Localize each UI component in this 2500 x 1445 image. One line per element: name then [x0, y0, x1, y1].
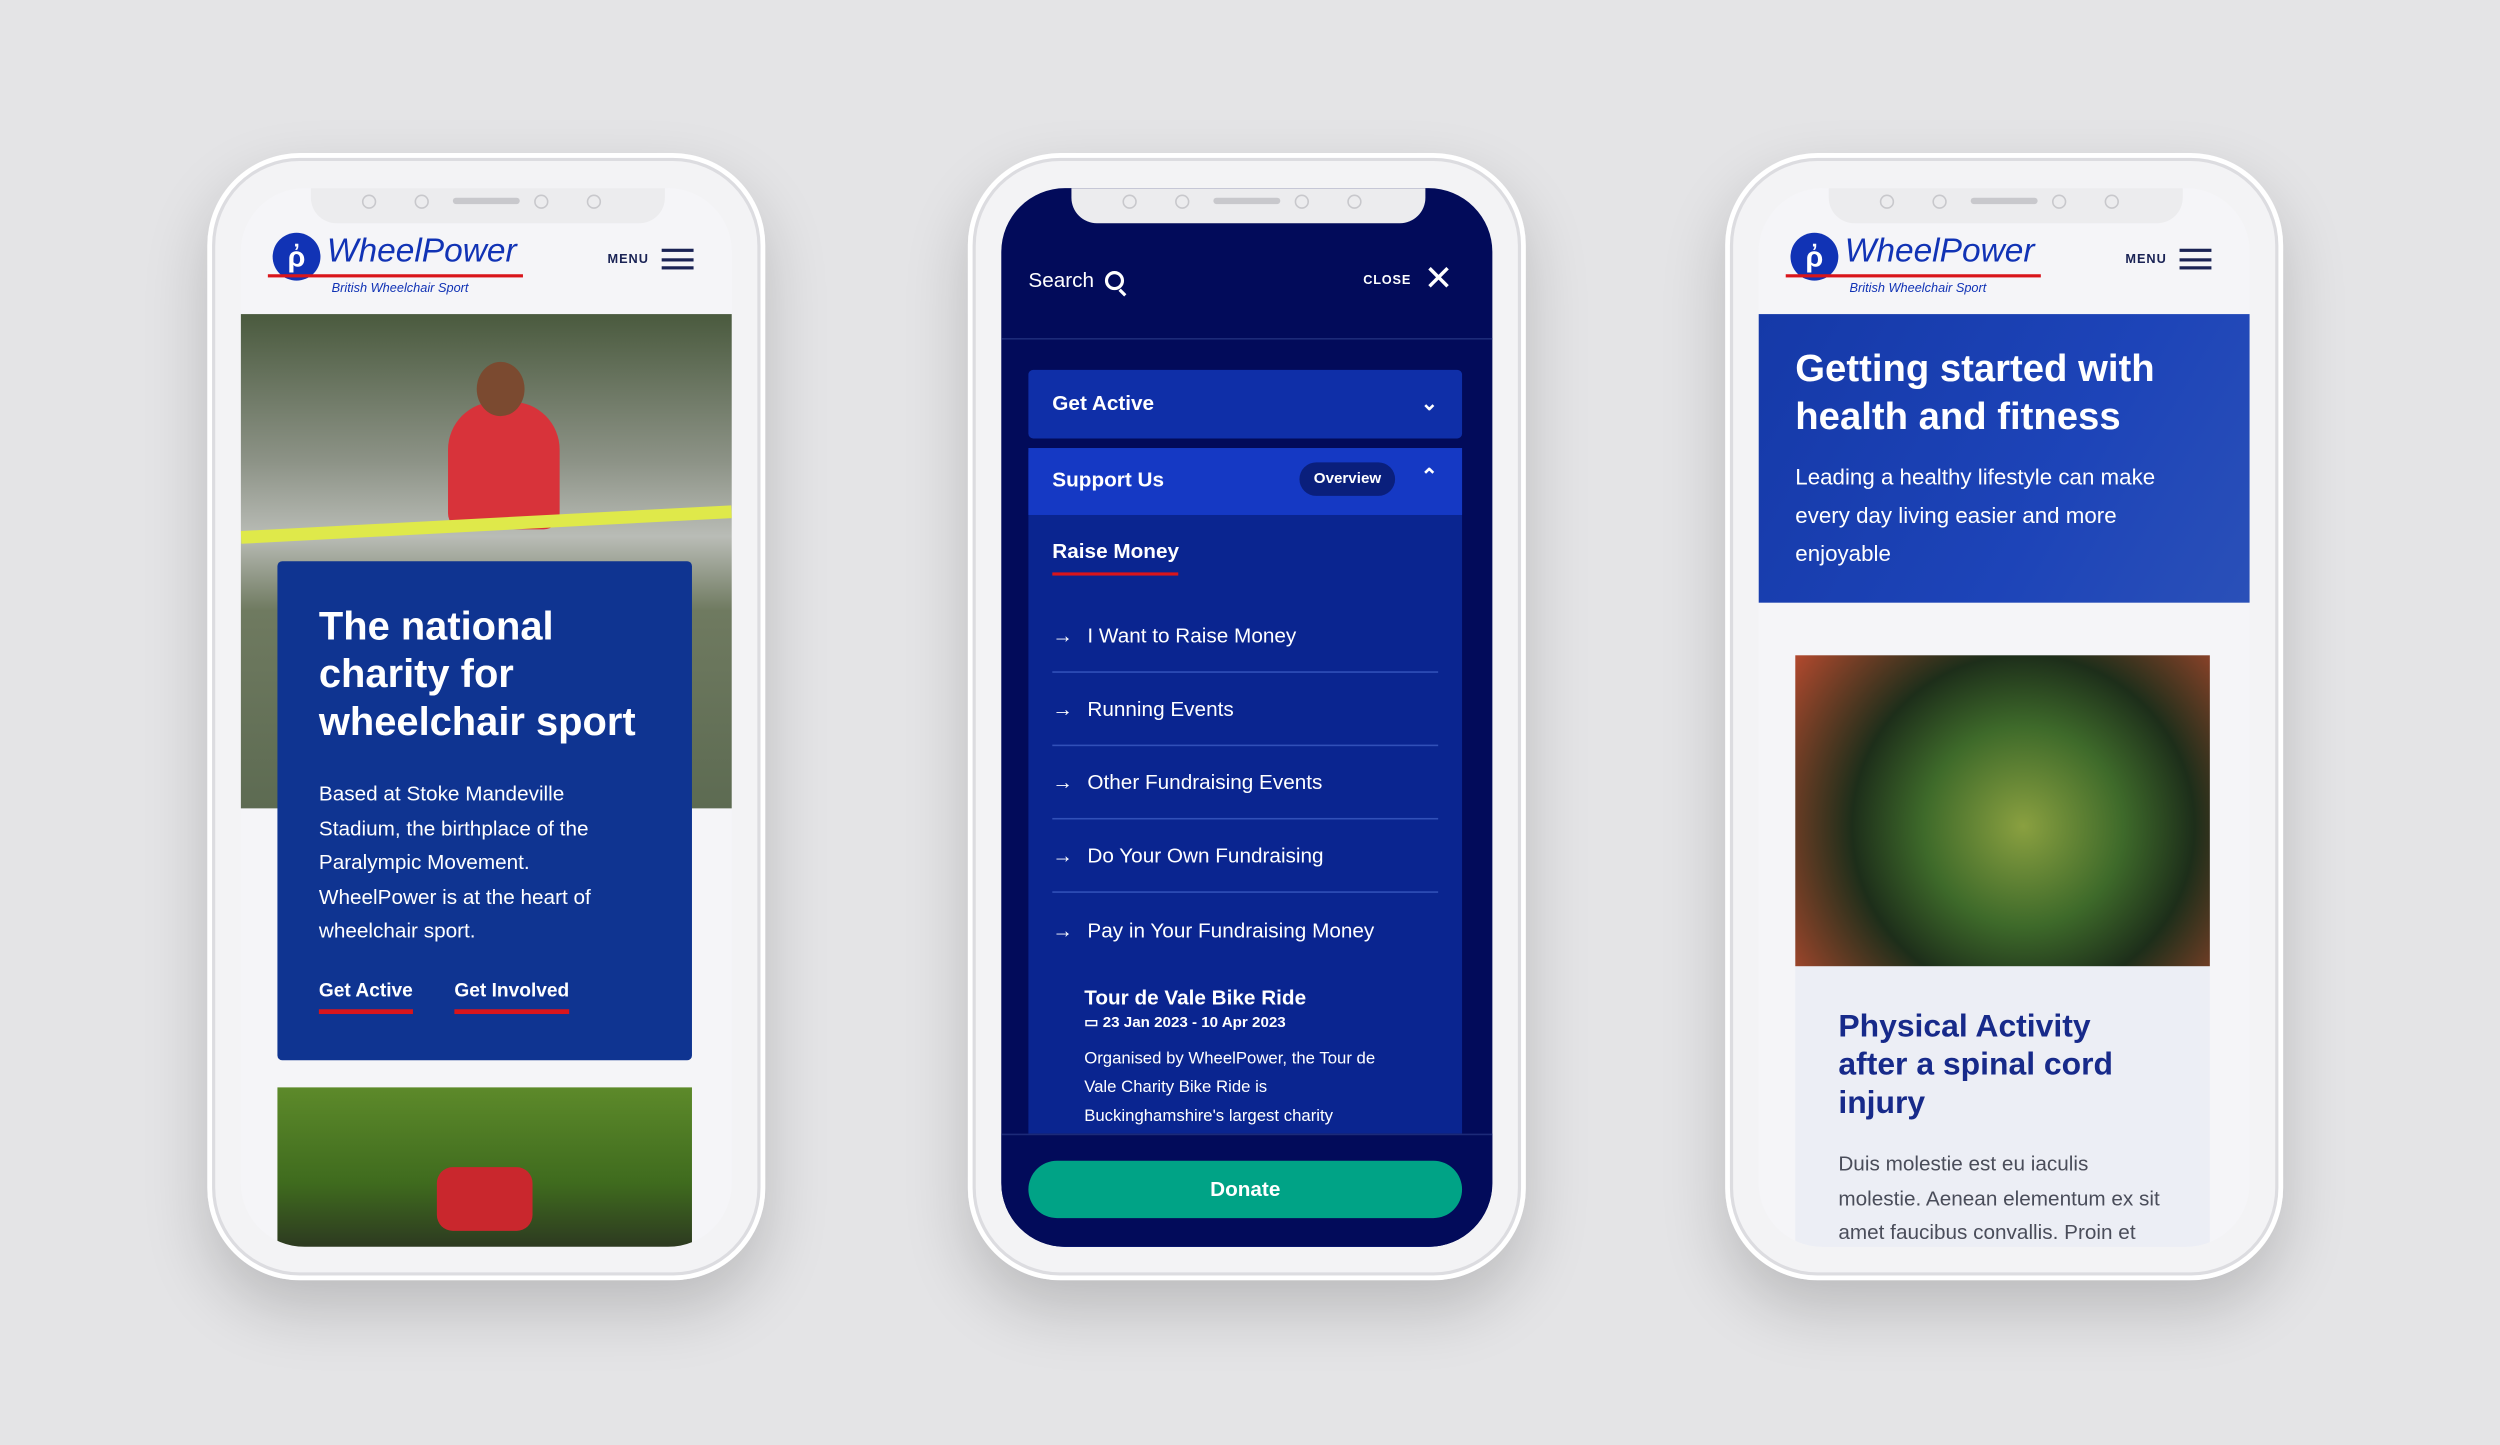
cycling-image: [277, 1087, 692, 1247]
divider: [1001, 338, 1493, 340]
card-title: Physical Activity after a spinal cord in…: [1838, 1009, 2114, 1121]
wheelchair-image: [1795, 655, 2210, 967]
donate-button[interactable]: Donate: [1028, 1160, 1463, 1219]
hero-title: The national charity for wheelchair spor…: [318, 604, 636, 745]
wheelpower-logo[interactable]: ῤ WheelPower British Wheelchair Sport: [1785, 230, 2046, 297]
get-involved-link[interactable]: Get Involved: [454, 979, 570, 1015]
submenu-item[interactable]: → Running Events: [1052, 673, 1439, 747]
chevron-up-icon[interactable]: ⌃: [1421, 464, 1438, 490]
submenu-item[interactable]: → Pay in Your Fundraising Money: [1052, 893, 1438, 966]
notch: [310, 188, 665, 224]
hamburger-icon: [661, 248, 694, 270]
overview-button[interactable]: Overview: [1299, 462, 1396, 496]
page-banner: Getting started with health and fitness …: [1758, 314, 2250, 603]
subheading-raise-money: Raise Money: [1052, 539, 1180, 576]
notch: [1828, 188, 2183, 224]
wheelpower-logo[interactable]: ῤ WheelPower British Wheelchair Sport: [267, 230, 528, 297]
event-description: Organised by WheelPower, the Tour de Val…: [1084, 1049, 1376, 1126]
home-screen: ῤ WheelPower British Wheelchair Sport MENU…: [240, 188, 732, 1247]
banner-subtitle: Leading a healthy lifestyle can make eve…: [1795, 463, 2156, 567]
arrow-right-icon: →: [1052, 696, 1074, 721]
hero-body: Based at Stoke Mandeville Stadium, the b…: [318, 781, 591, 943]
event-dates: ▭ 23 Jan 2023 - 10 Apr 2023: [1084, 1014, 1286, 1032]
event-text: Tour de Vale Bike Ride ▭ 23 Jan 2023 - 1…: [1084, 985, 1411, 1133]
event-title: Tour de Vale Bike Ride: [1084, 985, 1307, 1010]
submenu-list: → I Want to Raise Money → Running Events →…: [1052, 599, 1439, 966]
phone-home: ῤ WheelPower British Wheelchair Sport MENU…: [207, 153, 766, 1281]
hero-card: The national charity for wheelchair spor…: [277, 561, 692, 1061]
site-header: ῤ WheelPower British Wheelchair Sport MENU: [1758, 223, 2250, 315]
menu-screen: Search CLOSE ✕ Get Active ⌄ Support Us Ove…: [1001, 188, 1493, 1247]
banner-title: Getting started with health and fitness: [1795, 347, 2155, 439]
arrow-right-icon: →: [1052, 623, 1074, 648]
search-button[interactable]: Search: [1028, 268, 1127, 296]
submenu-item[interactable]: → Other Fundraising Events: [1052, 746, 1439, 820]
site-header: ῤ WheelPower British Wheelchair Sport MENU: [240, 223, 732, 315]
menu-button[interactable]: MENU: [608, 248, 694, 270]
phone-menu: Search CLOSE ✕ Get Active ⌄ Support Us Ove…: [967, 153, 1526, 1281]
chevron-down-icon: ⌄: [1420, 390, 1439, 415]
get-active-link[interactable]: Get Active: [318, 979, 413, 1015]
close-button[interactable]: CLOSE ✕: [1363, 258, 1454, 299]
arrow-right-icon: →: [1052, 843, 1074, 868]
phone-article: ῤ WheelPower British Wheelchair Sport MENU…: [1725, 153, 2284, 1281]
calendar-icon: ▭: [1084, 1014, 1103, 1032]
arrow-right-icon: →: [1052, 770, 1074, 795]
accordion-support-us[interactable]: Support Us Overview ⌃: [1028, 448, 1463, 515]
card-body: Duis molestie est eu iaculis molestie. A…: [1838, 1151, 2160, 1244]
hamburger-icon: [2179, 248, 2212, 270]
submenu-item[interactable]: → Do Your Own Fundraising: [1052, 820, 1439, 893]
close-icon: ✕: [1423, 258, 1454, 299]
menu-button[interactable]: MENU: [2125, 248, 2212, 270]
arrow-right-icon: →: [1052, 917, 1074, 942]
search-icon: [1105, 270, 1127, 296]
article-screen: ῤ WheelPower British Wheelchair Sport MENU…: [1758, 188, 2250, 1247]
notch: [1071, 188, 1426, 224]
article-card[interactable]: Physical Activity after a spinal cord in…: [1795, 655, 2210, 1247]
submenu-item[interactable]: → I Want to Raise Money: [1052, 599, 1439, 673]
accordion-get-active[interactable]: Get Active ⌄: [1028, 369, 1463, 439]
